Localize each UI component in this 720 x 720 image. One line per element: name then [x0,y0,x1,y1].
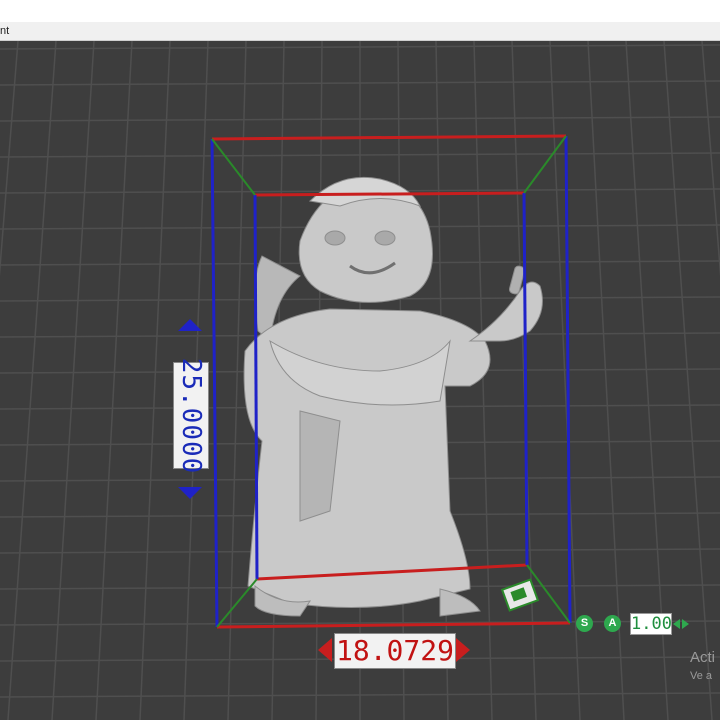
watermark-line1: Acti [690,649,716,666]
window-title: nt [0,25,10,37]
scale-increase-icon[interactable] [682,619,689,629]
height-value-box: 25.0000 [173,357,209,474]
window-titlebar: nt [0,22,720,41]
height-dimension-label[interactable]: 25.0000 [168,319,212,499]
grid-line [227,41,247,720]
scale-s-button[interactable]: S [576,615,593,632]
3d-viewport[interactable]: 25.0000 18.0729 S A 1.00 Acti Ve a [0,41,720,720]
scale-a-button[interactable]: A [604,615,621,632]
scale-decrease-icon[interactable] [673,619,680,629]
scale-value-field[interactable]: 1.00 [630,613,672,635]
top-white-strip [0,0,720,22]
grid-line [511,41,537,720]
grid-line [139,41,171,720]
activation-watermark: Acti Ve a [690,649,715,682]
width-value: 18.0729 [334,633,456,669]
width-dimension-label[interactable]: 18.0729 [318,631,470,671]
grid-line [95,41,133,720]
watermark-line2: Ve a [690,670,713,682]
height-value: 25.0000 [176,357,206,474]
grid-line [7,41,57,720]
grid-line [51,41,95,720]
